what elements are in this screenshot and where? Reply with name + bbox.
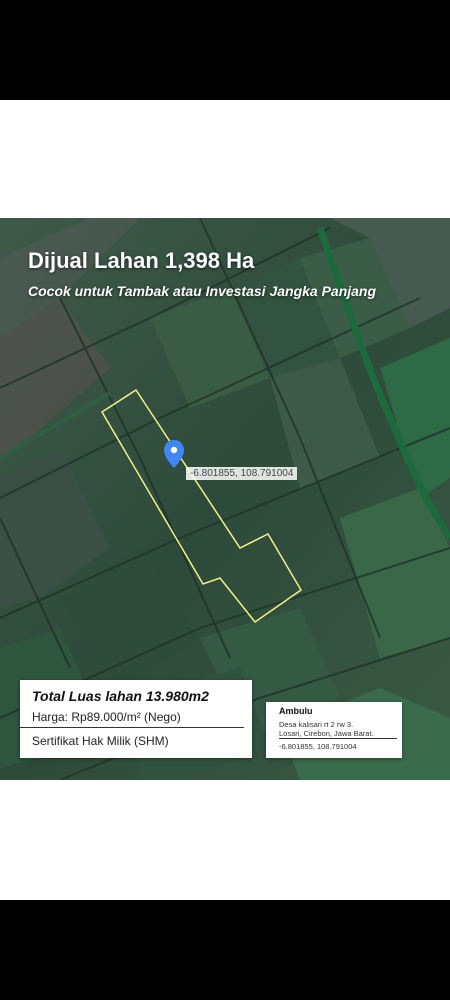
listing-title: Dijual Lahan 1,398 Ha [28, 248, 255, 273]
price-text: Harga: Rp89.000/m² (Nego) [32, 710, 181, 724]
land-info-card: Total Luas lahan 13.980m2 Harga: Rp89.00… [20, 680, 252, 758]
divider [20, 727, 244, 728]
location-card: Ambulu Desa kalisari rt 2 rw 3. Losari, … [266, 702, 402, 758]
address-line-1: Desa kalisari rt 2 rw 3. [279, 720, 354, 729]
location-name: Ambulu [279, 706, 313, 716]
certificate-text: Sertifikat Hak Milik (SHM) [32, 734, 169, 748]
satellite-map[interactable]: Dijual Lahan 1,398 Ha Cocok untuk Tambak… [0, 218, 450, 780]
total-area-text: Total Luas lahan 13.980m2 [32, 688, 209, 704]
location-coordinates: -6.801855, 108.791004 [279, 742, 357, 751]
address-line-2: Losari, Cirebon, Jawa Barat. [279, 729, 374, 738]
top-black-bar [0, 0, 450, 100]
bottom-white-margin [0, 780, 450, 900]
top-white-margin [0, 100, 450, 218]
listing-subtitle: Cocok untuk Tambak atau Investasi Jangka… [28, 283, 377, 299]
pin-coordinate-label: -6.801855, 108.791004 [186, 467, 298, 480]
bottom-black-bar [0, 900, 450, 1000]
divider [279, 738, 397, 739]
